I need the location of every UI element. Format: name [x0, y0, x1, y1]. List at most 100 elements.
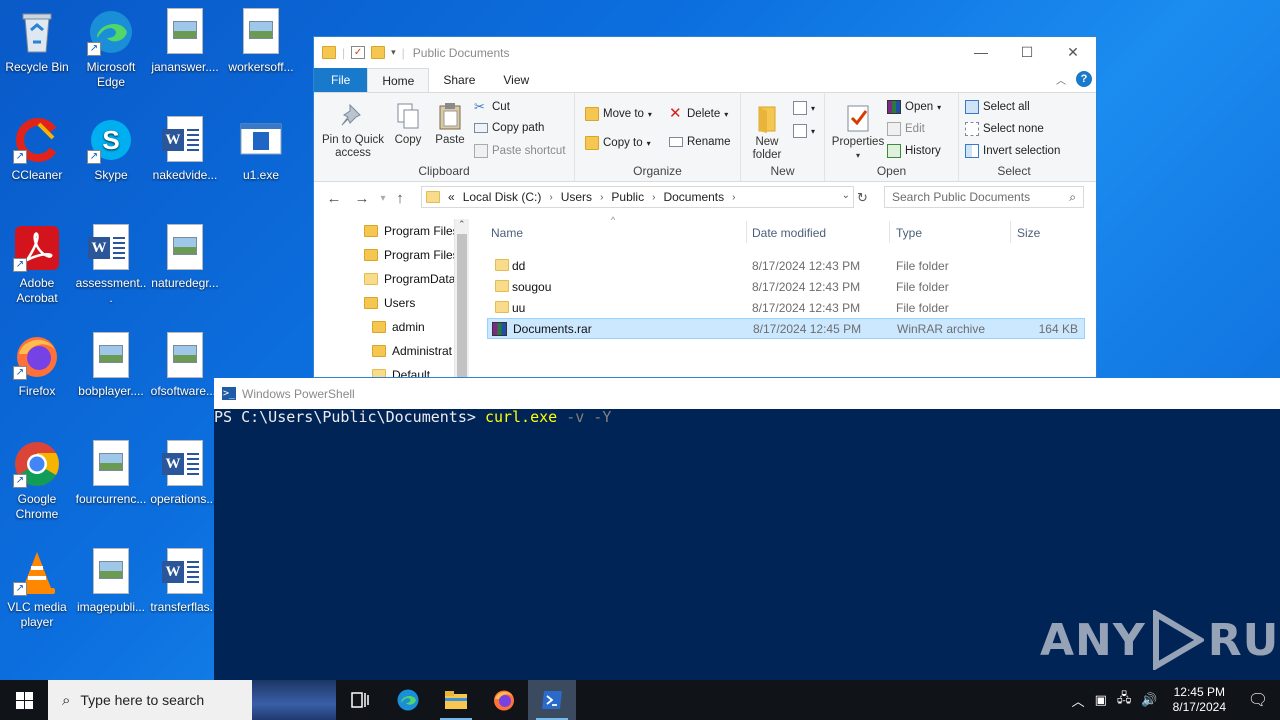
file-row[interactable]: sougou 8/17/2024 12:43 PM File folder [487, 276, 1085, 297]
tab-view[interactable]: View [489, 68, 543, 92]
scroll-up-icon[interactable]: ⌃ [458, 219, 466, 230]
back-arrow-icon[interactable]: ← [320, 190, 348, 207]
breadcrumb-separator-icon[interactable]: › [652, 192, 655, 203]
desktop-icon-imagepubli[interactable]: imagepubli... [74, 548, 148, 615]
copy-button[interactable]: Copy [388, 101, 428, 147]
file-explorer-window[interactable]: | ✓ ▾ | Public Documents — ☐ ✕ File Home… [313, 36, 1097, 378]
taskbar-firefox[interactable] [480, 680, 528, 720]
desktop-icon-firefox[interactable]: ↗ Firefox [0, 332, 74, 399]
move-to-button[interactable]: Move to ▾ [585, 107, 652, 121]
desktop-icon-transferflas[interactable]: W transferflas... [148, 548, 222, 615]
paste-shortcut-button[interactable]: Paste shortcut [474, 144, 566, 158]
copy-path-button[interactable]: Copy path [474, 122, 544, 134]
nav-item-administrator[interactable]: Administrat [372, 344, 452, 358]
desktop-icon-bobplayer[interactable]: bobplayer.... [74, 332, 148, 399]
network-icon[interactable]: 🖧 [1112, 689, 1137, 711]
breadcrumb-separator-icon[interactable]: › [732, 192, 735, 203]
address-bar[interactable]: « Local Disk (C:) › Users › Public › Doc… [421, 186, 854, 208]
properties-check-icon[interactable]: ✓ [351, 46, 366, 59]
desktop-icon-skype[interactable]: S ↗ Skype [74, 116, 148, 183]
column-header-date-modified[interactable]: Date modified [752, 226, 826, 240]
desktop-icon-nakedvide[interactable]: W nakedvide... [148, 116, 222, 183]
breadcrumb-overflow[interactable]: « [448, 190, 455, 204]
tab-share[interactable]: Share [429, 68, 489, 92]
help-icon[interactable]: ? [1076, 71, 1092, 87]
column-header-size[interactable]: Size [1017, 226, 1040, 240]
address-dropdown-icon[interactable]: ⌄ [842, 190, 850, 201]
file-list[interactable]: ^ Name Date modified Type Size dd 8/17/2… [484, 215, 1094, 377]
file-row[interactable]: uu 8/17/2024 12:43 PM File folder [487, 297, 1085, 318]
new-folder-button[interactable]: New folder [745, 103, 789, 162]
rename-button[interactable]: Rename [669, 136, 730, 148]
desktop-icon-assessment[interactable]: W assessment... [74, 224, 148, 306]
qat-dropdown-icon[interactable]: ▾ [391, 47, 396, 58]
desktop-icon-recycle-bin[interactable]: Recycle Bin [0, 8, 74, 75]
minimize-button[interactable]: — [958, 37, 1004, 67]
nav-item-programdata[interactable]: ProgramData [364, 272, 455, 286]
select-all-button[interactable]: Select all [965, 100, 1030, 114]
nav-item-default[interactable]: Default [372, 368, 430, 377]
breadcrumb-local-disk[interactable]: Local Disk (C:) [463, 190, 542, 204]
volume-icon[interactable]: 🔊 [1136, 692, 1162, 708]
column-divider[interactable] [889, 221, 890, 243]
nav-item-users[interactable]: Users [364, 296, 415, 310]
desktop-icon-ccleaner[interactable]: ↗ CCleaner [0, 116, 74, 183]
collapse-ribbon-icon[interactable]: ︿ [1056, 72, 1066, 87]
navigation-pane[interactable]: Program Files Program Files ProgramData … [314, 217, 469, 377]
paste-button[interactable]: Paste [430, 101, 470, 147]
device-icon[interactable]: ▣ [1090, 692, 1112, 708]
breadcrumb-documents[interactable]: Documents [663, 190, 724, 204]
refresh-icon[interactable]: ↻ [857, 190, 868, 206]
cut-button[interactable]: ✂ Cut [474, 100, 510, 114]
desktop-icon-microsoft-edge[interactable]: ↗ Microsoft Edge [74, 8, 148, 90]
delete-button[interactable]: ✕ Delete ▾ [669, 106, 728, 121]
file-row[interactable]: dd 8/17/2024 12:43 PM File folder [487, 255, 1085, 276]
nav-item-program-files-x86[interactable]: Program Files [364, 248, 459, 262]
desktop-icon-adobe-acrobat[interactable]: ↗ Adobe Acrobat [0, 224, 74, 306]
recent-locations-chevron-icon[interactable]: ▾ [376, 193, 390, 204]
new-folder-icon[interactable] [371, 46, 386, 59]
desktop-icon-naturedegr[interactable]: naturedegr... [148, 224, 222, 291]
breadcrumb-separator-icon[interactable]: › [549, 192, 552, 203]
powershell-console[interactable]: PS C:\Users\Public\Documents> curl.exe -… [214, 409, 1280, 425]
copy-to-button[interactable]: Copy to ▾ [585, 136, 651, 150]
close-button[interactable]: ✕ [1050, 37, 1096, 67]
up-arrow-icon[interactable]: ↑ [390, 190, 410, 207]
powershell-title-bar[interactable]: >_ Windows PowerShell [214, 378, 1280, 409]
pin-quick-access-button[interactable]: Pin to Quick access [318, 101, 388, 160]
edit-button[interactable]: Edit [887, 122, 925, 136]
nav-item-program-files[interactable]: Program Files [364, 224, 459, 238]
explorer-title-bar[interactable]: | ✓ ▾ | Public Documents — ☐ ✕ [314, 37, 1096, 68]
desktop-icon-jananswer[interactable]: jananswer.... [148, 8, 222, 75]
invert-selection-button[interactable]: Invert selection [965, 144, 1060, 158]
column-header-type[interactable]: Type [896, 226, 922, 240]
taskbar-clock[interactable]: 12:45 PM 8/17/2024 [1163, 685, 1236, 715]
breadcrumb-separator-icon[interactable]: › [600, 192, 603, 203]
desktop-icon-ofsoftware[interactable]: ofsoftware.... [148, 332, 222, 399]
maximize-button[interactable]: ☐ [1004, 37, 1050, 67]
search-input[interactable]: Search Public Documents ⌕ [884, 186, 1084, 208]
taskbar-file-explorer[interactable] [432, 680, 480, 720]
desktop-icon-vlc[interactable]: ↗ VLC media player [0, 548, 74, 630]
select-none-button[interactable]: Select none [965, 122, 1044, 136]
breadcrumb-users[interactable]: Users [561, 190, 592, 204]
tab-file[interactable]: File [314, 68, 368, 92]
open-button[interactable]: Open ▾ [887, 100, 941, 114]
scrollbar-thumb[interactable] [457, 234, 467, 377]
taskbar-powershell[interactable] [528, 680, 576, 720]
new-item-button[interactable]: ▾ [793, 101, 815, 115]
tab-home[interactable]: Home [367, 68, 430, 92]
properties-button[interactable]: Properties ▾ [827, 103, 889, 162]
desktop-icon-fourcurrenc[interactable]: fourcurrenc... [74, 440, 148, 507]
task-view-button[interactable] [336, 680, 384, 720]
breadcrumb-public[interactable]: Public [611, 190, 644, 204]
column-divider[interactable] [1010, 221, 1011, 243]
desktop-icon-u1-exe[interactable]: u1.exe [224, 116, 298, 183]
column-divider[interactable] [746, 221, 747, 243]
history-button[interactable]: History [887, 144, 941, 158]
desktop-icon-google-chrome[interactable]: ↗ Google Chrome [0, 440, 74, 522]
desktop-icon-operations[interactable]: W operations.... [148, 440, 222, 507]
nav-item-admin[interactable]: admin [372, 320, 425, 334]
taskbar-edge[interactable] [384, 680, 432, 720]
forward-arrow-icon[interactable]: → [348, 190, 376, 207]
